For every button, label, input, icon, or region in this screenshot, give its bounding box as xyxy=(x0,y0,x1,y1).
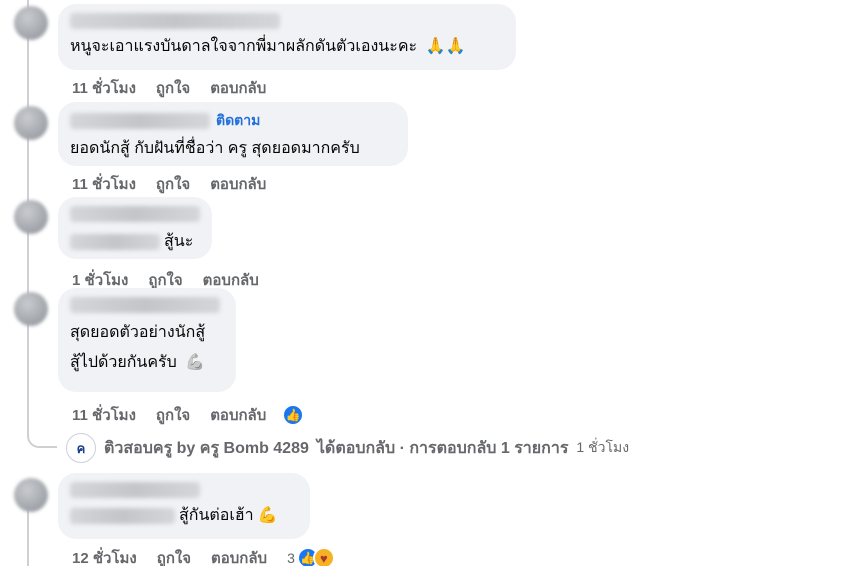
muscle-emoji-icon: 💪 xyxy=(257,507,278,524)
avatar[interactable] xyxy=(14,106,48,140)
view-replies-link[interactable]: ค ติวสอบครู by ครู Bomb 4289 ได้ตอบกลับ … xyxy=(66,433,629,463)
comment-bubble: หนูจะเอาแรงบันดาลใจจากพี่มาผลักดันตัวเอง… xyxy=(58,4,516,70)
tagged-name[interactable] xyxy=(70,234,160,250)
like-button[interactable]: ถูกใจ xyxy=(157,546,191,566)
avatar[interactable] xyxy=(14,292,48,326)
commenter-name[interactable] xyxy=(70,205,200,223)
timestamp[interactable]: 11 ชั่วโมง xyxy=(72,403,136,427)
comment-bubble: สุดยอดตัวอย่างนักสู้ สู้ไปด้วยกันครับ 💪 xyxy=(58,288,236,392)
comment-text: สู้กันต่อเฮ้า xyxy=(179,507,254,524)
reaction-count: 3 xyxy=(287,550,295,566)
comment-bubble: สู้นะ xyxy=(58,197,212,259)
comment-bubble: สู้กันต่อเฮ้า 💪 xyxy=(58,473,310,539)
page-avatar-icon: ค xyxy=(66,433,96,463)
commenter-name[interactable] xyxy=(70,296,224,314)
avatar[interactable] xyxy=(14,200,48,234)
commenter-name[interactable] xyxy=(70,113,210,129)
timestamp[interactable]: 12 ชั่วโมง xyxy=(72,546,137,566)
reply-summary-time: 1 ชั่วโมง xyxy=(576,439,630,455)
commenter-name[interactable] xyxy=(70,481,298,499)
comment-text-line1: สุดยอดตัวอย่างนักสู้ xyxy=(70,324,206,341)
muscle-emoji-icon: 💪 xyxy=(185,354,206,371)
reply-connector xyxy=(27,420,57,448)
comment-text-line2: สู้ไปด้วยกันครับ xyxy=(70,354,177,371)
care-reaction-icon: ♥ xyxy=(312,547,335,566)
reply-button[interactable]: ตอบกลับ xyxy=(210,76,266,100)
commenter-name[interactable] xyxy=(70,12,504,30)
like-reaction-icon[interactable]: 👍 xyxy=(282,404,305,426)
comment-text: หนูจะเอาแรงบันดาลใจจากพี่มาผลักดันตัวเอง… xyxy=(70,38,418,55)
reply-button[interactable]: ตอบกลับ xyxy=(210,403,266,427)
pray-emoji-icon: 🙏🙏 xyxy=(425,38,466,55)
like-button[interactable]: ถูกใจ xyxy=(156,76,190,100)
comment-actions: 12 ชั่วโมง ถูกใจ ตอบกลับ 3 👍 ♥ xyxy=(72,546,335,566)
reply-summary-text: ได้ตอบกลับ · การตอบกลับ 1 รายการ xyxy=(316,439,569,457)
reply-button[interactable]: ตอบกลับ xyxy=(211,546,267,566)
comment-text: ยอดนักสู้ กับฝันที่ชื่อว่า ครู สุดยอดมาก… xyxy=(70,140,360,157)
avatar[interactable] xyxy=(14,6,48,40)
timestamp[interactable]: 11 ชั่วโมง xyxy=(72,76,136,100)
comment-actions: 11 ชั่วโมง ถูกใจ ตอบกลับ xyxy=(72,76,266,100)
follow-link[interactable]: ติดตาม xyxy=(216,110,260,132)
avatar[interactable] xyxy=(14,478,48,512)
comment-actions: 11 ชั่วโมง ถูกใจ ตอบกลับ xyxy=(72,172,266,196)
comment-bubble: ติดตาม ยอดนักสู้ กับฝันที่ชื่อว่า ครู สุ… xyxy=(58,102,408,166)
comment-text: สู้นะ xyxy=(164,233,194,250)
reactions-summary[interactable]: 3 👍 ♥ xyxy=(287,547,335,566)
like-button[interactable]: ถูกใจ xyxy=(156,403,190,427)
reply-button[interactable]: ตอบกลับ xyxy=(210,172,266,196)
timestamp[interactable]: 11 ชั่วโมง xyxy=(72,172,136,196)
like-button[interactable]: ถูกใจ xyxy=(156,172,190,196)
comment-actions: 11 ชั่วโมง ถูกใจ ตอบกลับ 👍 xyxy=(72,403,305,427)
page-name: ติวสอบครู by ครู Bomb 4289 xyxy=(104,439,309,457)
tagged-name[interactable] xyxy=(70,508,175,524)
